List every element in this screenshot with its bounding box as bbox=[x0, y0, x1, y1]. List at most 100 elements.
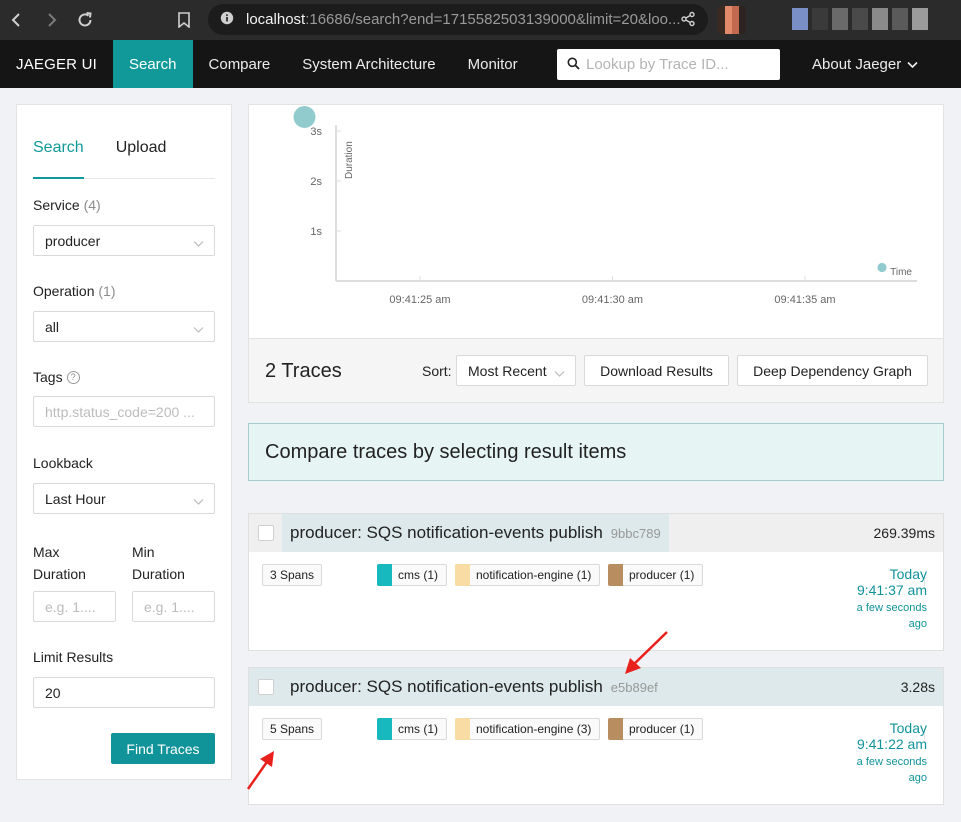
operation-label-text: Operation bbox=[33, 283, 95, 299]
lookback-select[interactable]: Last Hour bbox=[33, 483, 215, 514]
tags-input[interactable] bbox=[33, 396, 215, 427]
trace-count: 2 Traces bbox=[265, 360, 342, 382]
trace-time: 9:41:22 am bbox=[856, 736, 927, 752]
min-duration-label-2: Duration bbox=[132, 566, 185, 582]
trace-relative-time: a few seconds ago bbox=[856, 602, 927, 630]
trace-title[interactable]: producer: SQS notification-events publis… bbox=[282, 514, 669, 552]
service-tag-label: cms (1) bbox=[398, 568, 438, 582]
scatter-point[interactable] bbox=[877, 262, 887, 273]
x-axis-label: Time bbox=[890, 267, 912, 278]
service-color-swatch bbox=[455, 718, 470, 740]
operation-value: all bbox=[45, 318, 60, 335]
scatter-plot-svg: 1s 2s 3s 09:41:25 am 09:41:30 am 09:41:35 am D… bbox=[293, 106, 917, 306]
chevron-down-icon bbox=[193, 235, 204, 251]
y-tick-label: 2s bbox=[310, 176, 322, 188]
trace-day: Today bbox=[889, 566, 927, 582]
trace-result-item[interactable]: producer: SQS notification-events publis… bbox=[248, 513, 944, 651]
max-duration-label: Max Duration bbox=[33, 541, 86, 585]
trace-result-item[interactable]: producer: SQS notification-events publis… bbox=[248, 667, 944, 805]
max-duration-label-1: Max bbox=[33, 544, 60, 560]
service-tag-notification-engine: notification-engine (3) bbox=[455, 718, 601, 740]
trace-time: 9:41:37 am bbox=[856, 582, 927, 598]
search-icon bbox=[567, 57, 580, 73]
url-path: :16686/search?end=1715582503139000&limit… bbox=[305, 11, 681, 28]
search-form-tabs: Search Upload bbox=[33, 139, 215, 179]
deep-dependency-graph-button[interactable]: Deep Dependency Graph bbox=[737, 355, 928, 386]
bookmark-icon[interactable] bbox=[172, 8, 196, 32]
trace-title-text: producer: SQS notification-events publis… bbox=[290, 523, 603, 542]
address-bar[interactable]: localhost:16686/search?end=1715582503139… bbox=[208, 4, 708, 35]
back-icon[interactable] bbox=[0, 0, 34, 40]
max-duration-label-2: Duration bbox=[33, 566, 86, 582]
nav-monitor[interactable]: Monitor bbox=[452, 40, 534, 88]
extension-icon[interactable] bbox=[718, 6, 746, 34]
site-info-icon[interactable] bbox=[220, 11, 234, 29]
nav-compare[interactable]: Compare bbox=[193, 40, 287, 88]
service-label-text: Service bbox=[33, 197, 80, 213]
find-traces-button[interactable]: Find Traces bbox=[111, 733, 215, 764]
sort-label: Sort: bbox=[422, 363, 452, 379]
operation-count: (1) bbox=[98, 283, 116, 299]
scatter-point[interactable] bbox=[293, 106, 316, 128]
limit-results-input[interactable] bbox=[33, 677, 215, 708]
service-tag-label: producer (1) bbox=[629, 722, 695, 736]
nav-search[interactable]: Search bbox=[112, 40, 193, 88]
min-duration-label-1: Min bbox=[132, 544, 155, 560]
operation-select[interactable]: all bbox=[33, 311, 215, 342]
span-count-badge: 5 Spans bbox=[262, 718, 323, 740]
max-duration-input[interactable] bbox=[33, 591, 116, 622]
service-tag-notification-engine: notification-engine (1) bbox=[455, 564, 601, 586]
browser-toolbar: localhost:16686/search?end=1715582503139… bbox=[0, 0, 961, 40]
service-tag-label: notification-engine (3) bbox=[476, 722, 592, 736]
trace-header[interactable]: producer: SQS notification-events publis… bbox=[249, 668, 943, 706]
service-color-swatch bbox=[608, 718, 623, 740]
annotation-arrow-icon bbox=[625, 631, 668, 674]
tags-label: Tags? bbox=[33, 369, 80, 385]
trace-start-time: Today 9:41:37 am a few seconds ago bbox=[847, 566, 927, 632]
service-color-swatch bbox=[377, 564, 392, 586]
y-axis-label: Duration bbox=[344, 141, 355, 179]
x-tick-label: 09:41:35 am bbox=[774, 294, 835, 306]
span-count-badge: 3 Spans bbox=[262, 564, 323, 586]
service-value: producer bbox=[45, 232, 101, 249]
nav-system-architecture[interactable]: System Architecture bbox=[286, 40, 451, 88]
trace-select-checkbox[interactable] bbox=[258, 679, 274, 695]
download-results-button[interactable]: Download Results bbox=[584, 355, 729, 386]
tab-upload[interactable]: Upload bbox=[116, 139, 167, 179]
y-tick-label: 3s bbox=[310, 126, 322, 138]
service-tag-producer: producer (1) bbox=[608, 718, 704, 740]
service-tag-label: notification-engine (1) bbox=[476, 568, 592, 582]
service-tag-cms: cms (1) bbox=[377, 564, 447, 586]
share-icon[interactable] bbox=[680, 11, 696, 31]
limit-results-label: Limit Results bbox=[33, 649, 114, 665]
tags-label-text: Tags bbox=[33, 369, 63, 385]
about-label: About Jaeger bbox=[812, 55, 902, 73]
tab-search[interactable]: Search bbox=[33, 139, 84, 179]
trace-id-lookup[interactable] bbox=[557, 49, 780, 80]
help-icon[interactable]: ? bbox=[66, 371, 80, 384]
chevron-down-icon bbox=[554, 365, 565, 381]
service-select[interactable]: producer bbox=[33, 225, 215, 256]
x-tick-label: 09:41:30 am bbox=[582, 294, 643, 306]
service-color-swatch bbox=[455, 564, 470, 586]
brand-logo[interactable]: JAEGER UI bbox=[0, 40, 113, 88]
compare-banner: Compare traces by selecting result items bbox=[248, 423, 944, 481]
min-duration-input[interactable] bbox=[132, 591, 215, 622]
search-form-panel: Search Upload Service (4) producer Opera… bbox=[16, 104, 232, 780]
reload-icon[interactable] bbox=[68, 0, 102, 40]
trace-id: 9bbc789 bbox=[610, 525, 661, 541]
trace-scatter-plot: 1s 2s 3s 09:41:25 am 09:41:30 am 09:41:35 am D… bbox=[248, 104, 944, 338]
lookback-value: Last Hour bbox=[45, 490, 106, 507]
trace-title-text: producer: SQS notification-events publis… bbox=[290, 677, 603, 696]
trace-id-input[interactable] bbox=[586, 56, 766, 73]
trace-title[interactable]: producer: SQS notification-events publis… bbox=[282, 668, 666, 706]
trace-id: e5b89ef bbox=[610, 679, 658, 695]
profile-avatar-icon[interactable] bbox=[792, 8, 928, 30]
about-jaeger-menu[interactable]: About Jaeger bbox=[812, 40, 918, 88]
trace-select-checkbox[interactable] bbox=[258, 525, 274, 541]
sort-value: Most Recent bbox=[468, 362, 547, 379]
forward-icon[interactable] bbox=[34, 0, 68, 40]
sort-select[interactable]: Most Recent bbox=[456, 355, 576, 386]
annotation-arrow-icon bbox=[246, 751, 274, 790]
trace-header[interactable]: producer: SQS notification-events publis… bbox=[249, 514, 943, 552]
